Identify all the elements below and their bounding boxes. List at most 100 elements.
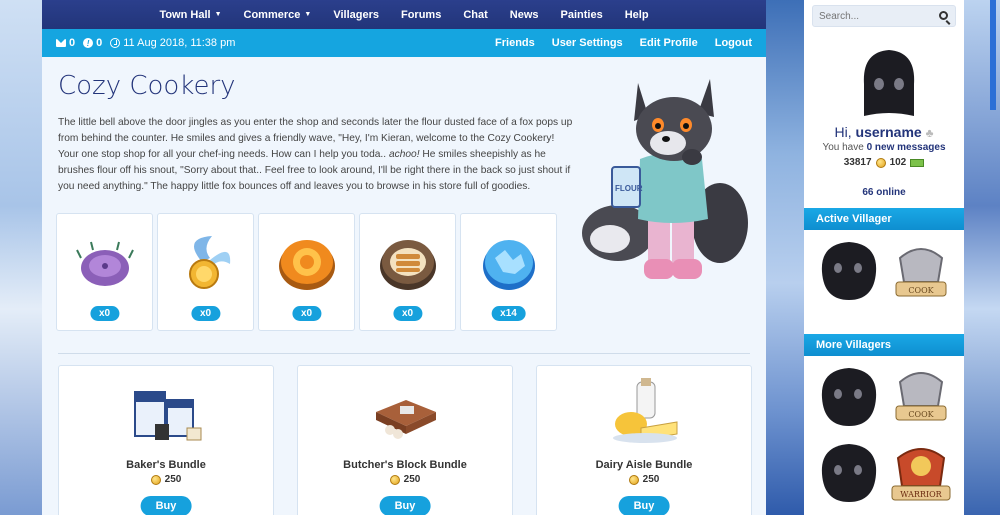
messages-prefix: You have [822,142,867,153]
active-villager-heading: Active Villager [804,208,964,230]
greeting-text: Hi, [834,124,856,140]
avatar[interactable] [856,44,922,118]
sea-urchin-icon [76,241,134,286]
item-count-badge: x0 [190,306,221,321]
datetime-text: 11 Aug 2018, 11:38 pm [123,37,236,49]
cook-badge-label: COOK [908,286,934,295]
greeting: Hi, username ♣ [804,124,964,140]
gold-amount: 33817 [843,157,872,168]
intro-sneeze: achoo! [388,149,420,160]
more-villagers-heading: More Villagers [804,334,964,356]
user-sidebar: Hi, username ♣ You have 0 new messages 3… [804,0,964,515]
nav-forums[interactable]: Forums [401,9,441,21]
item-count-badge: x0 [291,306,322,321]
nav-help[interactable]: Help [625,9,649,21]
item-count-badge: x0 [392,306,423,321]
bundle-card: Butcher's Block Bundle 250 Buy [297,365,513,515]
cash-amount: 102 [889,157,907,168]
villager-avatar[interactable] [816,364,882,430]
gold-coin-icon [150,474,161,485]
price-value: 250 [403,474,421,485]
server-time: 11 Aug 2018, 11:38 pm [110,37,235,49]
buy-dairy-aisle-bundle-button[interactable]: Buy [618,496,670,515]
bundle-price: 250 [298,474,512,485]
nav-town-hall[interactable]: Town Hall ▼ [159,9,221,21]
caret-down-icon: ▼ [214,11,222,18]
search-icon[interactable] [939,11,948,20]
user-settings-link[interactable]: User Settings [552,37,623,49]
nav-chat[interactable]: Chat [463,9,487,21]
caret-down-icon: ▼ [304,11,312,18]
bundle-card: Dairy Aisle Bundle 250 Buy [536,365,752,515]
item-card[interactable]: x14 [460,213,557,331]
messages-count: 0 [69,37,76,49]
cash-bill-icon [910,158,925,167]
item-card[interactable]: x0 [258,213,355,331]
alerts-count: 0 [96,37,103,49]
ice-coin-icon [483,240,535,290]
buy-butchers-block-bundle-button[interactable]: Buy [379,496,431,515]
online-count-link[interactable]: 66 online [804,187,964,198]
cook-badge-icon[interactable]: COOK [888,238,954,304]
price-value: 250 [164,474,182,485]
envelope-icon [56,39,66,47]
nav-label: Town Hall [159,8,211,21]
bundle-price: 250 [537,474,751,485]
dairy-icon [613,378,678,443]
ingredient-items: x0 x0 x0 x0 x14 [56,213,557,331]
bundle-name: Dairy Aisle Bundle [595,459,693,471]
gold-coin-icon [875,157,886,168]
bundle-card: Baker's Bundle 250 Buy [58,365,274,515]
villager-avatar[interactable] [816,440,882,506]
currency-summary: 33817 102 [804,157,964,168]
edit-profile-link[interactable]: Edit Profile [640,37,698,49]
new-messages-link[interactable]: 0 new messages [867,142,946,153]
nav-painties[interactable]: Painties [561,9,603,21]
shop-main: Cozy Cookery The little bell above the d… [42,57,766,515]
section-divider [58,353,750,354]
messages-indicator[interactable]: 0 [56,37,75,49]
page-title: Cozy Cookery [58,71,236,101]
bundle-name: Baker's Bundle [126,459,206,471]
scrollbar[interactable] [990,0,996,110]
friends-link[interactable]: Friends [495,37,535,49]
search-input[interactable] [813,6,933,27]
sun-coin-icon [279,240,335,290]
bundle-name: Butcher's Block Bundle [343,459,467,471]
flour-bags-icon [134,391,202,441]
tree-icon: ♣ [925,126,934,140]
gold-coin-icon [389,474,400,485]
warrior-badge-label: WARRIOR [900,490,942,499]
search-box [812,5,956,27]
item-card[interactable]: x0 [359,213,456,331]
shopkeeper-fox-image: FLOUR [582,79,748,279]
nav-news[interactable]: News [510,9,539,21]
item-count-badge: x14 [491,306,526,321]
shop-intro: The little bell above the door jingles a… [58,115,574,195]
winged-coin-icon [189,236,231,289]
warrior-badge-icon[interactable]: WARRIOR [888,440,954,506]
active-villager-avatar[interactable] [816,238,882,304]
item-card[interactable]: x0 [157,213,254,331]
user-status-bar: 0 ! 0 11 Aug 2018, 11:38 pm Friends User … [42,29,766,57]
gold-coin-icon [628,474,639,485]
messages-summary: You have 0 new messages [804,142,964,153]
cookie-coin-icon [380,240,436,290]
nav-villagers[interactable]: Villagers [333,9,379,21]
username-link[interactable]: username [856,124,922,140]
nav-commerce[interactable]: Commerce ▼ [244,9,312,21]
cook-badge-label: COOK [908,410,934,419]
cook-badge-icon[interactable]: COOK [888,362,954,428]
buy-bakers-bundle-button[interactable]: Buy [140,496,192,515]
price-value: 250 [642,474,660,485]
top-navigation: Town Hall ▼ Commerce ▼ Villagers Forums Ch… [42,0,766,29]
butcher-block-icon [376,400,436,439]
alerts-indicator[interactable]: ! 0 [83,37,102,49]
exclamation-icon: ! [83,38,94,48]
bundle-price: 250 [59,474,273,485]
item-card[interactable]: x0 [56,213,153,331]
svg-text:FLOUR: FLOUR [615,184,643,193]
clock-icon [110,38,121,48]
shop-bundles: Baker's Bundle 250 Buy Butcher's Block B… [58,365,752,515]
logout-link[interactable]: Logout [715,37,752,49]
